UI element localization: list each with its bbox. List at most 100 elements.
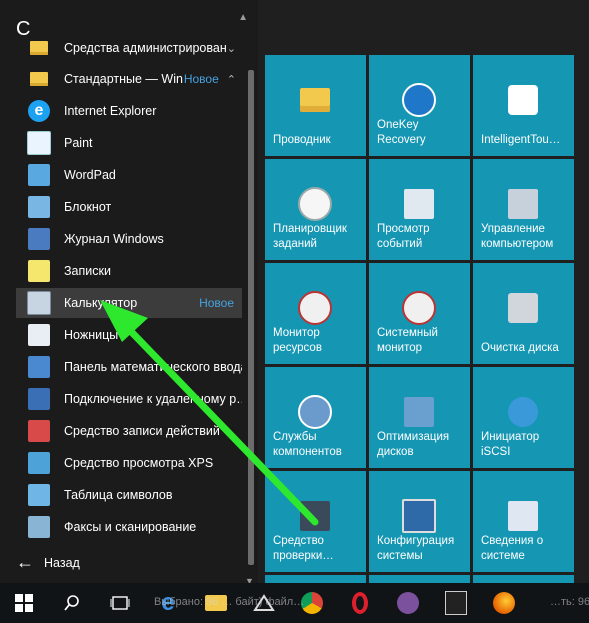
taskbar-right-text: …ть: 96	[550, 596, 589, 608]
tile-component-services[interactable]: Службы компонентов	[265, 367, 366, 468]
list-item-xps-viewer[interactable]: Средство просмотра XPS	[16, 448, 242, 478]
tile-label: Очистка диска	[481, 342, 559, 354]
chevron-down-icon: ⌄	[226, 42, 236, 55]
tile-label: Планировщик заданий	[273, 223, 347, 250]
list-item-fax-scan[interactable]: Факсы и сканирование	[16, 512, 242, 542]
list-item-label: Панель математического ввода	[64, 360, 242, 374]
viber-icon[interactable]	[384, 583, 432, 623]
tile-label: IntelligentTou…	[481, 134, 561, 146]
list-item-label: Paint	[64, 136, 93, 150]
list-item-steps-recorder[interactable]: Средство записи действий	[16, 416, 242, 446]
list-item-label: Блокнот	[64, 200, 112, 214]
math-input-icon	[26, 354, 52, 380]
list-item-label: Подключение к удаленному р…	[64, 392, 242, 406]
list-item-label: Записки	[64, 264, 111, 278]
tile-label: Конфигурация системы	[377, 535, 455, 562]
tile-performance-monitor[interactable]: Системный монитор	[369, 263, 470, 364]
tile-label: Оптимизация дисков	[377, 431, 450, 458]
list-item-label: Средства администрирован…	[64, 41, 227, 55]
list-item-math-input[interactable]: Панель математического ввода	[16, 352, 242, 382]
iscsi-initiator-icon	[506, 395, 540, 429]
list-item-paint[interactable]: Paint	[16, 128, 242, 158]
back-label: Назад	[44, 555, 80, 570]
list-item-wordpad[interactable]: WordPad	[16, 160, 242, 190]
paint-icon	[26, 130, 52, 156]
scroll-up-icon[interactable]: ▲	[238, 12, 248, 23]
tile-computer-management[interactable]: Управление компьютером	[473, 159, 574, 260]
tile-intelligent-touch[interactable]: IntelligentTou…	[473, 55, 574, 156]
internet-explorer-icon: e	[26, 98, 52, 124]
stereo-icon[interactable]	[432, 583, 480, 623]
opera-icon[interactable]	[336, 583, 384, 623]
tile-iscsi-initiator[interactable]: Инициатор iSCSI	[473, 367, 574, 468]
start-button[interactable]	[0, 583, 48, 623]
tile-label: Системный монитор	[377, 327, 438, 354]
new-badge: Новое	[183, 72, 219, 86]
performance-monitor-icon	[402, 291, 436, 325]
tile-partial	[473, 575, 574, 583]
notepad-icon	[26, 194, 52, 220]
xps-viewer-icon	[26, 450, 52, 476]
character-map-icon	[26, 482, 52, 508]
event-viewer-icon	[402, 187, 436, 221]
tile-resource-monitor[interactable]: Монитор ресурсов	[265, 263, 366, 364]
list-item-snipping-tool[interactable]: Ножницы	[16, 320, 242, 350]
tile-label: Проводник	[273, 134, 331, 146]
task-view-icon[interactable]	[96, 583, 144, 623]
disk-cleanup-icon	[506, 291, 540, 325]
list-item-label: Факсы и сканирование	[64, 520, 197, 534]
taskbar-background-text: Выбрано: 96 … байт) файл…	[154, 596, 305, 608]
list-item-internet-explorer[interactable]: e Internet Explorer	[16, 96, 242, 126]
memory-diagnostic-icon	[298, 499, 332, 533]
tile-task-scheduler[interactable]: Планировщик заданий	[265, 159, 366, 260]
calculator-icon	[26, 290, 52, 316]
list-item-label: Калькулятор	[64, 296, 138, 310]
windows-logo-icon	[15, 594, 33, 612]
start-menu: С Средства администрирован… ⌄ Стандартны…	[0, 0, 589, 586]
tile-partial	[265, 575, 366, 583]
resource-monitor-icon	[298, 291, 332, 325]
onekey-recovery-icon	[402, 83, 436, 117]
list-item-sticky-notes[interactable]: Записки	[16, 256, 242, 286]
tile-event-viewer[interactable]: Просмотр событий	[369, 159, 470, 260]
list-item-label: Таблица символов	[64, 488, 173, 502]
list-item-notepad[interactable]: Блокнот	[16, 192, 242, 222]
scroll-thumb[interactable]	[248, 70, 254, 565]
folder-icon	[26, 35, 52, 61]
chevron-up-icon: ⌃	[226, 73, 236, 86]
list-item-label: Журнал Windows	[64, 232, 164, 246]
list-item-admin-tools[interactable]: Средства администрирован… ⌄	[16, 33, 242, 63]
list-item-label: Стандартные — Win…	[64, 72, 184, 86]
scrollbar[interactable]	[248, 30, 254, 565]
back-button[interactable]: ← Назад	[16, 552, 80, 573]
component-services-icon	[298, 395, 332, 429]
sticky-notes-icon	[26, 258, 52, 284]
list-item-label: Ножницы	[64, 328, 119, 342]
tile-file-explorer[interactable]: Проводник	[265, 55, 366, 156]
list-item-windows-journal[interactable]: Журнал Windows	[16, 224, 242, 254]
tile-system-configuration[interactable]: Конфигурация системы	[369, 471, 470, 572]
file-explorer-icon	[298, 83, 332, 117]
tile-onekey-recovery[interactable]: OneKey Recovery	[369, 55, 470, 156]
tile-system-information[interactable]: Сведения о системе	[473, 471, 574, 572]
tile-disk-cleanup[interactable]: Очистка диска	[473, 263, 574, 364]
tile-label: Инициатор iSCSI	[481, 431, 540, 458]
list-item-accessories[interactable]: Стандартные — Win… Новое ⌃	[16, 64, 242, 94]
tile-label: Средство проверки…	[273, 535, 334, 562]
list-item-calculator[interactable]: Калькулятор Новое	[16, 288, 242, 318]
tile-label: Монитор ресурсов	[273, 327, 322, 354]
search-icon[interactable]	[48, 583, 96, 623]
snipping-tool-icon	[26, 322, 52, 348]
list-item-remote-desktop[interactable]: Подключение к удаленному р…	[16, 384, 242, 414]
firefox-icon[interactable]	[480, 583, 528, 623]
list-item-label: WordPad	[64, 168, 116, 182]
tile-label: Сведения о системе	[481, 535, 544, 562]
steps-recorder-icon	[26, 418, 52, 444]
fax-scan-icon	[26, 514, 52, 540]
list-item-label: Internet Explorer	[64, 104, 157, 118]
tile-label: Управление компьютером	[481, 223, 554, 250]
defragment-icon	[402, 395, 436, 429]
tile-defragment[interactable]: Оптимизация дисков	[369, 367, 470, 468]
list-item-character-map[interactable]: Таблица символов	[16, 480, 242, 510]
tile-memory-diagnostic[interactable]: Средство проверки…	[265, 471, 366, 572]
